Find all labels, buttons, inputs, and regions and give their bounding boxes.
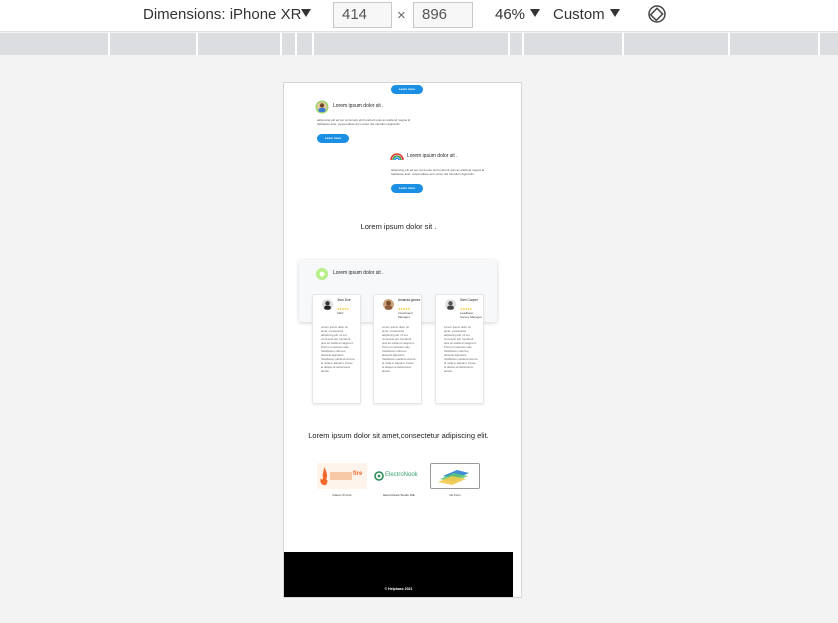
device-dimensions-dropdown[interactable]: Dimensions: iPhone XR (143, 6, 301, 23)
electronook-icon (374, 471, 384, 481)
device-toolbar: Dimensions: iPhone XR 414 × 896 46% Cust… (0, 0, 838, 32)
width-input[interactable]: 414 (333, 2, 392, 28)
testimonial-avatar (315, 100, 329, 114)
learn-more-button[interactable]: Learn more (317, 134, 349, 143)
team-card: Sam Cooper ★★★★★ Loadbase Survey Manager… (435, 294, 484, 404)
team-panel-title: Lorem ipsum dolor sit . (333, 270, 384, 276)
member-role: Loadbase Survey Manager (460, 311, 483, 319)
media-query-marker[interactable] (295, 33, 297, 55)
testimonial-body: adipiscing elit ed sut commodo elit hend… (317, 118, 411, 126)
partner-logo[interactable]: fire (317, 463, 367, 489)
copyright-text: © Helpbase 2021 (384, 587, 413, 591)
partner-logo[interactable]: ElectroNook (373, 463, 423, 489)
member-bio: Lorem ipsum dolor sit amet, consectetur … (382, 325, 416, 373)
media-query-marker[interactable] (280, 33, 282, 55)
throttle-dropdown[interactable]: Custom (553, 6, 605, 23)
media-query-marker[interactable] (522, 33, 524, 55)
member-name: Sam Cooper (460, 298, 478, 302)
learn-more-button[interactable]: Learn more (391, 184, 423, 193)
zoom-dropdown[interactable]: 46% (495, 6, 525, 23)
learn-more-button[interactable]: Learn more (391, 85, 423, 94)
media-query-marker[interactable] (818, 33, 820, 55)
partner-logo-text: fire (353, 471, 363, 477)
form-logo-icon (438, 470, 469, 485)
site-footer: © Helpbase 2021 (284, 552, 513, 597)
avatar (383, 299, 394, 310)
rotate-icon[interactable] (647, 4, 667, 24)
avatar (322, 299, 333, 310)
partner-logo[interactable] (430, 463, 480, 489)
testimonial-body: adipiscing elit ed sut commodo elit hend… (391, 168, 485, 176)
partner-caption: Flame On Fire (332, 493, 352, 497)
partner-caption: ElectroNook Studio IDE (383, 493, 415, 497)
chevron-down-icon[interactable] (301, 9, 311, 17)
member-bio: Lorem ipsum dolor sit amet, consectetur … (321, 325, 355, 373)
times-symbol: × (397, 7, 406, 24)
testimonial-title: Lorem ipsum dolor sit . (407, 153, 458, 159)
logo-bar (330, 472, 352, 480)
chevron-down-icon[interactable] (530, 9, 540, 17)
team-card: Amanda gomez ★★★★★ Investment Manager Lo… (373, 294, 422, 404)
partner-caption: 1st Form (449, 493, 461, 497)
media-query-marker[interactable] (312, 33, 314, 55)
member-role: Investment Manager (398, 311, 413, 319)
media-query-marker[interactable] (508, 33, 510, 55)
member-name: Amanda gomez (398, 298, 421, 302)
member-role: CEO (337, 311, 344, 315)
media-query-marker[interactable] (108, 33, 110, 55)
media-query-marker[interactable] (196, 33, 198, 55)
testimonial-title: Lorem ipsum dolor sit . (333, 103, 384, 109)
section-title: Lorem ipsum dolor sit . (360, 222, 437, 231)
device-viewport: Learn more Lorem ipsum dolor sit . adipi… (283, 82, 522, 598)
partners-title: Lorem ipsum dolor sit amet,consectetur a… (308, 431, 489, 440)
avatar (445, 299, 456, 310)
media-query-bar[interactable] (0, 33, 838, 55)
chevron-down-icon[interactable] (610, 9, 620, 17)
team-card: Jhon Doe ★★★★★ CEO Lorem ipsum dolor sit… (312, 294, 361, 404)
media-query-marker[interactable] (622, 33, 624, 55)
rainbow-logo-icon (390, 153, 404, 161)
flame-icon (320, 467, 328, 486)
member-name: Jhon Doe (337, 298, 351, 302)
height-input[interactable]: 896 (413, 2, 473, 28)
partner-logo-text: ElectroNook (385, 472, 418, 478)
member-bio: Lorem ipsum dolor sit amet, consectetur … (444, 325, 478, 373)
flower-icon (316, 268, 328, 280)
page-edge (513, 552, 521, 597)
media-query-marker[interactable] (728, 33, 730, 55)
